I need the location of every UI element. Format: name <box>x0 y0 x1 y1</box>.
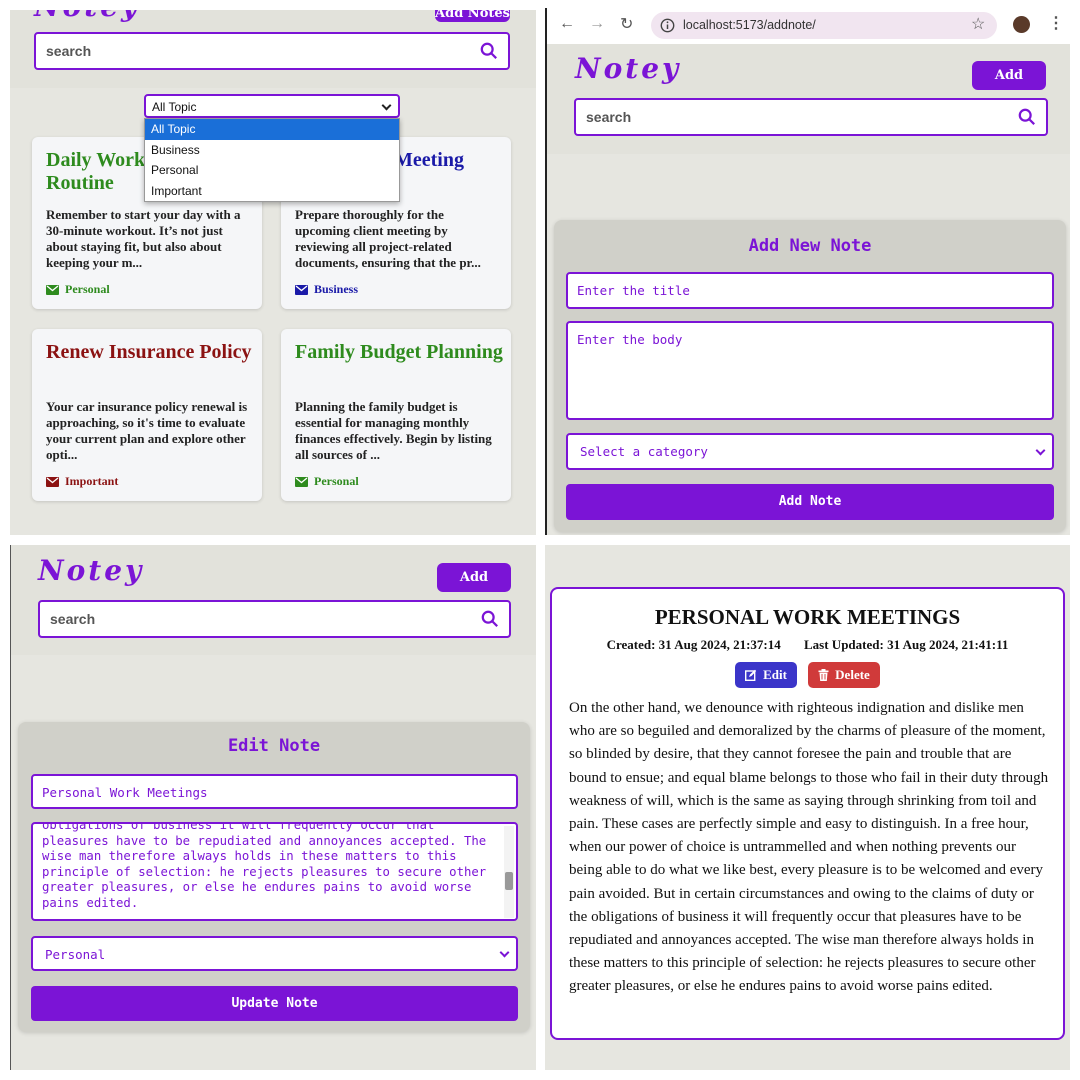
avatar[interactable] <box>1013 16 1030 33</box>
logo[interactable]: Notey <box>34 10 140 23</box>
search-icon[interactable] <box>1018 108 1036 126</box>
site-info-icon[interactable] <box>660 18 675 33</box>
note-title: PERSONAL WORK MEETINGS <box>654 605 961 629</box>
note-detail-card: PERSONAL WORK MEETINGS Created: 31 Aug 2… <box>550 587 1065 1040</box>
delete-button[interactable]: Delete <box>808 662 880 688</box>
reload-icon[interactable]: ↻ <box>620 14 633 34</box>
edit-note-panel: Notey Add Notes search Edit Note Persona… <box>10 545 536 1070</box>
browser-toolbar: ← → ↻ localhost:5173/addnote/ ☆ ⋮ <box>547 8 1070 44</box>
created-timestamp: Created: 31 Aug 2024, 21:37:14 <box>606 637 781 652</box>
title-input[interactable]: Enter the title <box>566 272 1054 309</box>
note-card-title: Family Budget Planning <box>295 341 503 363</box>
search-placeholder: search <box>50 611 96 627</box>
body-textarea[interactable]: Enter the body <box>566 321 1054 420</box>
search-input[interactable]: search <box>34 32 510 70</box>
topic-option-all[interactable]: All Topic <box>145 119 399 140</box>
search-input[interactable]: search <box>574 98 1048 136</box>
search-icon[interactable] <box>481 610 499 628</box>
search-placeholder: search <box>586 109 632 125</box>
topic-dropdown: All Topic Business Personal Important <box>144 118 400 202</box>
search-icon[interactable] <box>480 42 498 60</box>
category-select[interactable]: Select a category <box>566 433 1054 470</box>
envelope-icon <box>295 284 308 295</box>
note-card-body: Prepare thoroughly for the upcoming clie… <box>295 207 481 270</box>
add-note-button[interactable]: Add Note <box>566 484 1054 520</box>
note-timestamps: Created: 31 Aug 2024, 21:37:14 Last Upda… <box>552 637 1063 653</box>
note-card-body: Planning the family budget is essential … <box>295 399 492 462</box>
edit-button[interactable]: Edit <box>735 662 797 688</box>
add-notes-button[interactable]: Add Notes <box>972 61 1046 112</box>
menu-dots-icon[interactable]: ⋮ <box>1048 13 1064 33</box>
note-detail-panel: PERSONAL WORK MEETINGS Created: 31 Aug 2… <box>545 545 1070 1070</box>
envelope-icon <box>46 476 59 487</box>
note-card-category: Personal <box>295 474 359 489</box>
notes-list-panel: Notey Add Notes search All Topic All Top… <box>10 10 536 535</box>
topic-select-value: All Topic <box>152 100 197 114</box>
add-notes-button[interactable]: Add Notes <box>435 10 510 22</box>
note-card-category: Business <box>295 282 358 297</box>
body-textarea[interactable]: obligations of business it will frequent… <box>31 822 518 921</box>
add-notes-button[interactable]: Add Notes <box>437 563 511 614</box>
chevron-down-icon <box>499 947 510 958</box>
topic-option-business[interactable]: Business <box>145 140 399 161</box>
note-body: On the other hand, we denounce with righ… <box>569 700 1049 995</box>
logo[interactable]: Notey <box>38 554 144 587</box>
url-text: localhost:5173/addnote/ <box>683 18 816 32</box>
edit-icon <box>745 669 757 681</box>
back-arrow-icon[interactable]: ← <box>559 15 575 33</box>
topic-select[interactable]: All Topic <box>144 94 400 118</box>
chevron-down-icon <box>1035 445 1046 456</box>
update-note-button[interactable]: Update Note <box>31 986 518 1021</box>
form-heading: Add New Note <box>748 236 872 256</box>
trash-icon <box>818 669 829 681</box>
scrollbar-thumb[interactable] <box>505 872 513 890</box>
logo[interactable]: Notey <box>575 52 681 85</box>
topic-option-personal[interactable]: Personal <box>145 160 399 181</box>
note-card-category: Important <box>46 474 118 489</box>
note-card-title: Renew Insurance Policy <box>46 341 252 363</box>
add-note-panel: ← → ↻ localhost:5173/addnote/ ☆ ⋮ Notey … <box>545 8 1070 535</box>
note-card[interactable]: Family Budget Planning Planning the fami… <box>281 329 511 501</box>
updated-timestamp: Last Updated: 31 Aug 2024, 21:41:11 <box>804 637 1009 652</box>
category-select[interactable]: Personal <box>31 936 518 971</box>
scrollbar[interactable] <box>504 826 514 918</box>
forward-arrow-icon[interactable]: → <box>589 15 605 33</box>
envelope-icon <box>46 284 59 295</box>
note-card-title: Meeting <box>394 149 464 171</box>
title-input[interactable]: Personal Work Meetings <box>31 774 518 809</box>
search-input[interactable]: search <box>38 600 511 638</box>
envelope-icon <box>295 476 308 487</box>
add-note-form: Add New Note Enter the title Enter the b… <box>554 220 1066 532</box>
note-card-body: Your car insurance policy renewal is app… <box>46 399 248 462</box>
note-card-body: Remember to start your day with a 30-min… <box>46 207 241 270</box>
search-placeholder: search <box>46 43 92 59</box>
topic-option-important[interactable]: Important <box>145 181 399 202</box>
bookmark-star-icon[interactable]: ☆ <box>971 14 985 34</box>
form-heading: Edit Note <box>227 736 321 756</box>
edit-note-form: Edit Note Personal Work Meetings obligat… <box>18 722 530 1032</box>
chevron-down-icon <box>381 100 392 111</box>
note-card-category: Personal <box>46 282 110 297</box>
address-bar[interactable]: localhost:5173/addnote/ <box>651 12 997 39</box>
note-card[interactable]: Renew Insurance Policy Your car insuranc… <box>32 329 262 501</box>
